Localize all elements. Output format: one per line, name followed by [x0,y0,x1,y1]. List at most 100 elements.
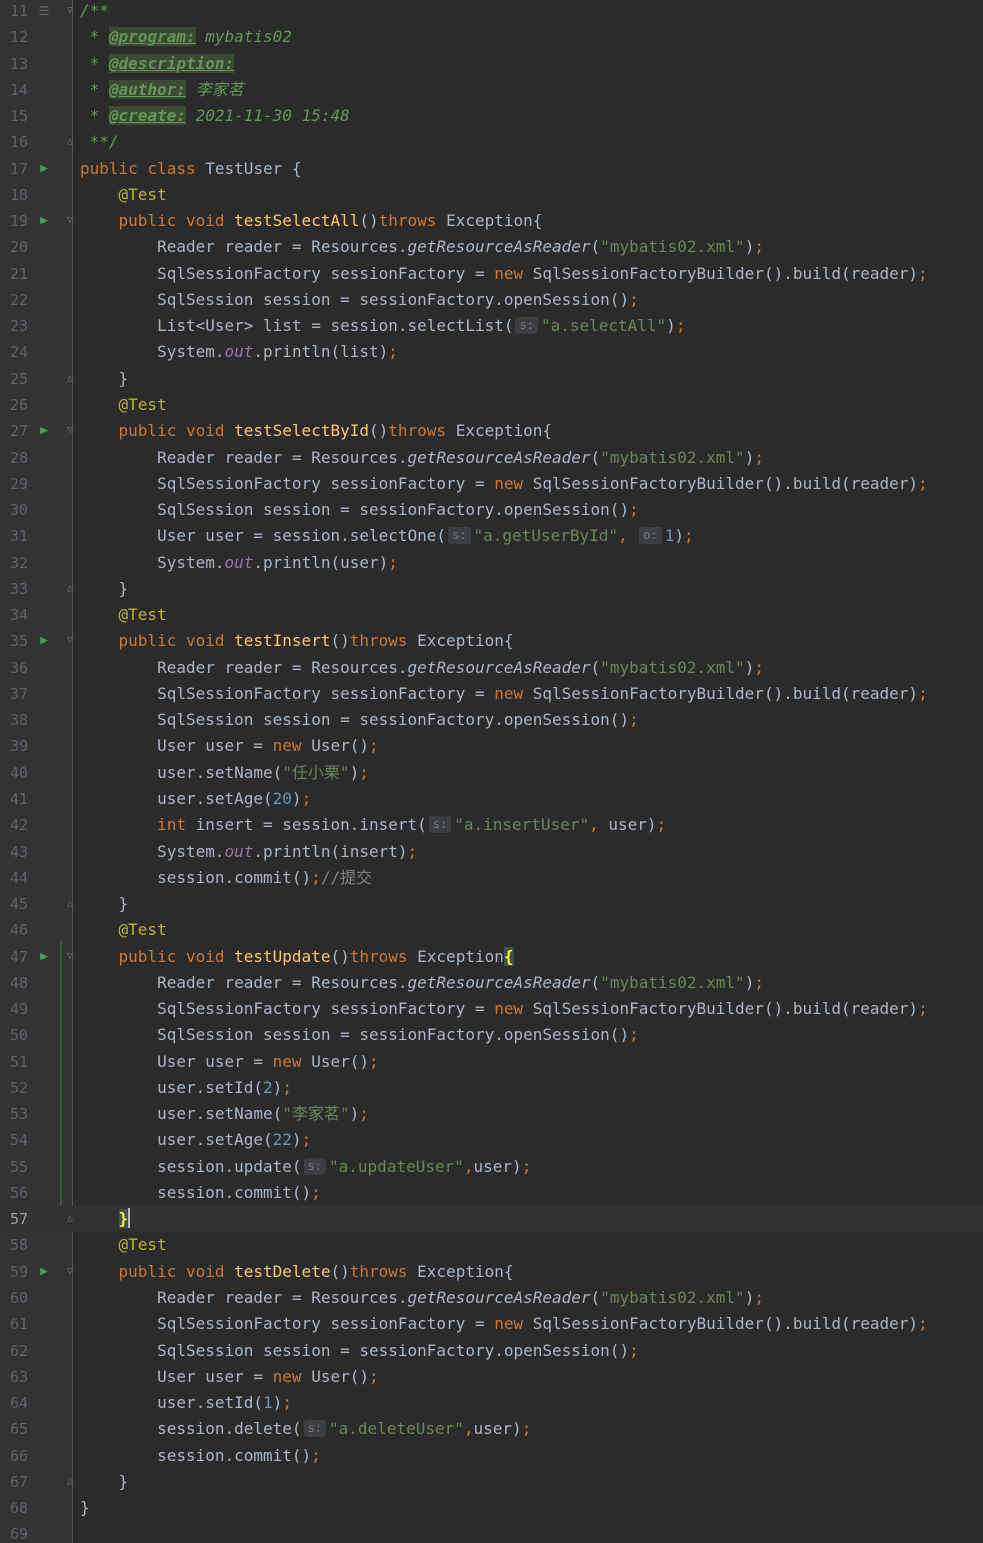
code-text[interactable]: user.setId(1); [80,1390,292,1416]
line-number[interactable]: 44 [0,865,28,891]
line-number[interactable]: 46 [0,917,28,943]
code-text[interactable]: SqlSession session = sessionFactory.open… [80,497,639,523]
line-number[interactable]: 62 [0,1338,28,1364]
code-text[interactable]: } [80,1206,131,1232]
code-text[interactable]: System.out.println(user); [80,550,398,576]
code-line[interactable]: 56 session.commit(); [0,1180,983,1206]
line-number[interactable]: 48 [0,970,28,996]
code-text[interactable]: session.commit();//提交 [80,865,372,891]
code-text[interactable]: session.delete(s: "a.deleteUser",user); [80,1416,531,1442]
line-number[interactable]: 37 [0,681,28,707]
code-line[interactable]: 18 @Test [0,182,983,208]
run-test-icon[interactable]: ▶ [36,944,52,970]
code-line[interactable]: 34 @Test [0,602,983,628]
code-text[interactable]: @Test [80,182,167,208]
code-text[interactable]: } [80,891,129,917]
line-number[interactable]: 17 [0,156,28,182]
line-number[interactable]: 18 [0,182,28,208]
code-text[interactable]: Reader reader = Resources.getResourceAsR… [80,655,764,681]
code-text[interactable]: SqlSession session = sessionFactory.open… [80,287,639,313]
code-line[interactable]: 45 △ } [0,891,983,917]
line-number[interactable]: 13 [0,51,28,77]
code-text[interactable]: user.setName("李家茗"); [80,1101,369,1127]
code-text[interactable]: @Test [80,392,167,418]
code-line[interactable]: 49 SqlSessionFactory sessionFactory = ne… [0,996,983,1022]
code-line[interactable]: 12 * @program: mybatis02 [0,24,983,50]
code-text[interactable]: @Test [80,917,167,943]
line-number[interactable]: 27 [0,418,28,444]
line-number[interactable]: 19 [0,208,28,234]
code-line[interactable]: 52 user.setId(2); [0,1075,983,1101]
code-line[interactable]: 38 SqlSession session = sessionFactory.o… [0,707,983,733]
code-line[interactable]: 41 user.setAge(20); [0,786,983,812]
line-number[interactable]: 65 [0,1416,28,1442]
code-line[interactable]: 61 SqlSessionFactory sessionFactory = ne… [0,1311,983,1337]
code-line[interactable]: 68} [0,1495,983,1521]
code-text[interactable]: SqlSession session = sessionFactory.open… [80,1338,639,1364]
code-text[interactable]: @Test [80,1232,167,1258]
code-line[interactable]: 26 @Test [0,392,983,418]
line-number[interactable]: 23 [0,313,28,339]
fold-close-icon[interactable]: △ [64,129,76,155]
line-number[interactable]: 34 [0,602,28,628]
code-text[interactable]: } [80,576,129,602]
line-number[interactable]: 49 [0,996,28,1022]
line-number[interactable]: 21 [0,261,28,287]
code-text[interactable]: } [80,366,129,392]
code-line[interactable]: 51 User user = new User(); [0,1049,983,1075]
code-lines[interactable]: 11 ☰ ▽/** 12 * @program: mybatis02 13 * @des… [0,0,983,1543]
code-text[interactable]: System.out.println(insert); [80,839,417,865]
line-number[interactable]: 64 [0,1390,28,1416]
fold-close-icon[interactable]: △ [64,891,76,917]
code-text[interactable]: SqlSessionFactory sessionFactory = new S… [80,471,928,497]
line-number[interactable]: 32 [0,550,28,576]
code-text[interactable]: SqlSession session = sessionFactory.open… [80,1022,639,1048]
code-line[interactable]: 48 Reader reader = Resources.getResource… [0,970,983,996]
line-number[interactable]: 25 [0,366,28,392]
line-number[interactable]: 30 [0,497,28,523]
code-line[interactable]: 46 @Test [0,917,983,943]
line-number[interactable]: 53 [0,1101,28,1127]
line-number[interactable]: 16 [0,129,28,155]
code-text[interactable]: public void testInsert()throws Exception… [80,628,514,654]
code-line[interactable]: 24 System.out.println(list); [0,339,983,365]
code-line[interactable]: 54 user.setAge(22); [0,1127,983,1153]
code-line[interactable]: 37 SqlSessionFactory sessionFactory = ne… [0,681,983,707]
code-line[interactable]: 25 △ } [0,366,983,392]
code-text[interactable]: User user = session.selectOne(s: "a.getUs… [80,523,694,549]
code-line[interactable]: 32 System.out.println(user); [0,550,983,576]
line-number[interactable]: 47 [0,944,28,970]
code-line[interactable]: 31 User user = session.selectOne(s: "a.ge… [0,523,983,549]
code-line[interactable]: 66 session.commit(); [0,1443,983,1469]
fold-open-icon[interactable]: ▽ [64,1259,76,1285]
line-number[interactable]: 61 [0,1311,28,1337]
code-line[interactable]: 43 System.out.println(insert); [0,839,983,865]
code-line[interactable]: 69 [0,1521,983,1543]
structure-icon[interactable]: ☰ [36,0,52,24]
run-test-icon[interactable]: ▶ [36,418,52,444]
fold-open-icon[interactable]: ▽ [64,418,76,444]
line-number[interactable]: 66 [0,1443,28,1469]
code-line[interactable]: 50 SqlSession session = sessionFactory.o… [0,1022,983,1048]
code-line[interactable]: 53 user.setName("李家茗"); [0,1101,983,1127]
line-number[interactable]: 33 [0,576,28,602]
code-line[interactable]: 30 SqlSession session = sessionFactory.o… [0,497,983,523]
code-text[interactable]: public void testSelectAll()throws Except… [80,208,543,234]
line-number[interactable]: 11 [0,0,28,24]
run-test-icon[interactable]: ▶ [36,628,52,654]
code-text[interactable]: } [80,1469,129,1495]
line-number[interactable]: 15 [0,103,28,129]
code-text[interactable]: user.setAge(20); [80,786,311,812]
line-number[interactable]: 52 [0,1075,28,1101]
line-number[interactable]: 69 [0,1521,28,1543]
code-text[interactable]: session.commit(); [80,1443,321,1469]
code-text[interactable]: public class TestUser { [80,156,302,182]
line-number[interactable]: 35 [0,628,28,654]
line-number[interactable]: 60 [0,1285,28,1311]
line-number[interactable]: 68 [0,1495,28,1521]
fold-close-icon[interactable]: △ [64,1469,76,1495]
line-number[interactable]: 20 [0,234,28,260]
fold-close-icon[interactable]: △ [64,366,76,392]
code-text[interactable]: Reader reader = Resources.getResourceAsR… [80,970,764,996]
fold-open-icon[interactable]: ▽ [64,628,76,654]
